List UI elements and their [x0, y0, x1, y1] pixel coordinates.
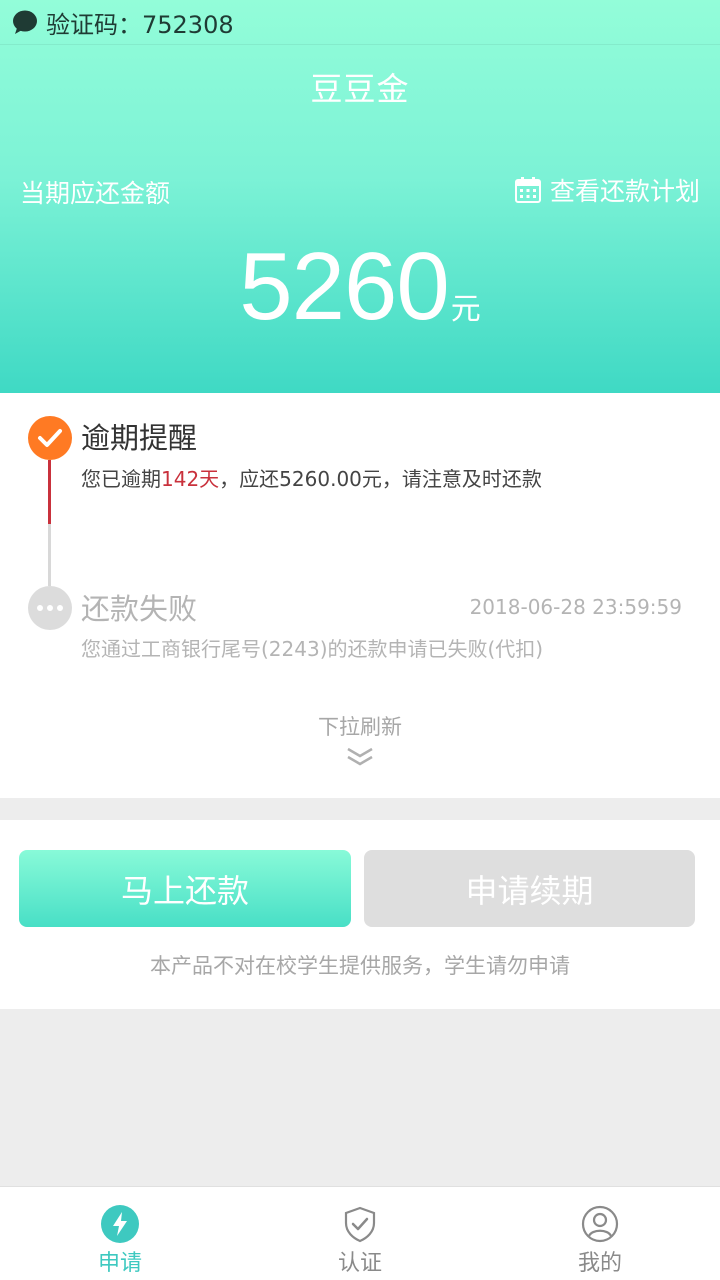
overdue-reminder-title: 逾期提醒	[81, 421, 198, 455]
double-chevron-down-icon	[347, 747, 373, 766]
timeline-connector-active	[48, 460, 51, 524]
pull-to-refresh-label: 下拉刷新	[318, 715, 402, 739]
shield-check-icon	[344, 1206, 376, 1243]
due-amount-unit: 元	[450, 292, 481, 327]
repayment-failed-time: 2018-06-28 23:59:59	[469, 595, 682, 619]
tab-apply-label: 申请	[97, 1251, 142, 1276]
checkmark-icon	[28, 416, 72, 460]
overdue-reminder-desc: 您已逾期142天，应还5260.00元，请注意及时还款	[81, 467, 542, 491]
due-amount-label: 当期应还金额	[20, 179, 171, 208]
due-amount: 5260元	[0, 232, 720, 342]
page-title: 豆豆金	[310, 70, 410, 108]
view-repayment-plan-link[interactable]: 查看还款计划	[514, 172, 700, 208]
repayment-failed-desc: 您通过工商银行尾号(2243)的还款申请已失败(代扣)	[81, 637, 544, 661]
tab-mine[interactable]: 我的	[480, 1187, 720, 1280]
student-notice: 本产品不对在校学生提供服务，学生请勿申请	[150, 954, 570, 978]
status-bar: 验证码：752308	[0, 0, 720, 45]
view-repayment-plan-label: 查看还款计划	[549, 177, 700, 206]
action-panel: 马上还款 申请续期 本产品不对在校学生提供服务，学生请勿申请	[0, 820, 720, 1009]
tab-verify-label: 认证	[337, 1251, 382, 1276]
timeline-connector-inactive	[48, 524, 51, 586]
overdue-days: 142天	[161, 467, 220, 491]
verification-code-text: 验证码：752308	[46, 10, 234, 39]
apply-renewal-button[interactable]: 申请续期	[364, 850, 695, 927]
header: 验证码：752308 豆豆金 当期应还金额 查看还款计划 5260元	[0, 0, 720, 393]
repay-now-button[interactable]: 马上还款	[19, 850, 351, 927]
user-icon	[581, 1205, 619, 1243]
lightning-icon	[101, 1205, 139, 1243]
calendar-icon	[514, 177, 541, 203]
tab-mine-label: 我的	[577, 1251, 622, 1276]
tab-verify[interactable]: 认证	[240, 1187, 480, 1280]
tab-apply[interactable]: 申请	[0, 1187, 240, 1280]
repayment-timeline: 逾期提醒 您已逾期142天，应还5260.00元，请注意及时还款 还款失败 20…	[0, 393, 720, 798]
repayment-failed-title: 还款失败	[81, 592, 198, 626]
message-icon	[13, 10, 37, 34]
due-amount-value: 5260	[239, 233, 450, 340]
bottom-tab-bar: 申请 认证 我的	[0, 1186, 720, 1280]
ellipsis-icon	[28, 586, 72, 630]
